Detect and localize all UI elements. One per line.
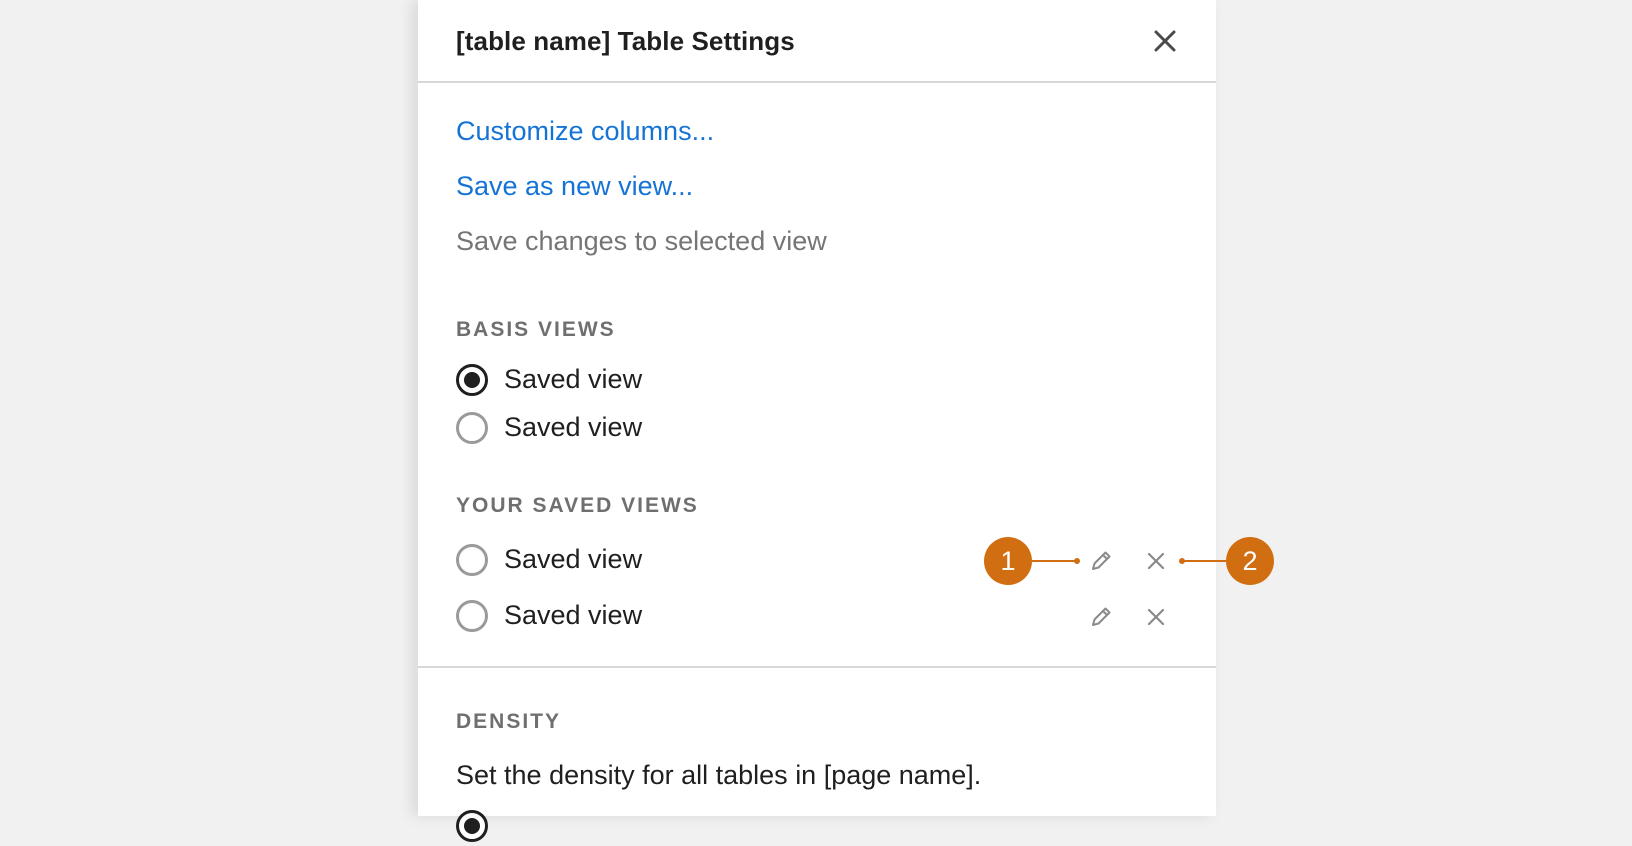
density-option[interactable] <box>456 806 1156 846</box>
radio-label: Saved view <box>504 364 643 394</box>
edit-view-button[interactable] <box>1086 546 1116 576</box>
callout-leader-dot-1 <box>1074 558 1080 564</box>
callout-badge-1: 1 <box>984 537 1032 585</box>
radio-button[interactable] <box>456 600 488 632</box>
customize-columns-link[interactable]: Customize columns... <box>456 116 714 147</box>
pencil-icon <box>1092 551 1111 570</box>
radio-button[interactable] <box>456 544 488 576</box>
radio-label: Saved view <box>504 600 643 630</box>
basis-view-option[interactable]: Saved view <box>456 360 1156 400</box>
pencil-icon <box>1092 607 1111 626</box>
basis-views-heading: BASIS VIEWS <box>456 318 616 341</box>
saved-view-option[interactable]: Saved view <box>456 596 1156 636</box>
radio-button-selected[interactable] <box>456 364 488 396</box>
callout-leader-line-1 <box>1032 560 1077 562</box>
section-divider <box>418 666 1216 668</box>
close-icon <box>1154 30 1176 52</box>
delete-view-button[interactable] <box>1141 546 1171 576</box>
basis-view-option[interactable]: Saved view <box>456 408 1156 448</box>
edit-view-button[interactable] <box>1086 602 1116 632</box>
radio-button[interactable] <box>456 412 488 444</box>
density-description: Set the density for all tables in [page … <box>456 760 982 790</box>
x-icon <box>1147 552 1165 570</box>
delete-view-button[interactable] <box>1141 602 1171 632</box>
save-as-new-view-link[interactable]: Save as new view... <box>456 171 693 202</box>
x-icon <box>1147 608 1165 626</box>
callout-leader-dot-2 <box>1179 558 1185 564</box>
radio-label: Saved view <box>504 544 643 574</box>
radio-button-selected[interactable] <box>456 810 488 842</box>
density-heading: DENSITY <box>456 710 562 733</box>
panel-header: [table name] Table Settings <box>418 0 1216 83</box>
panel-title: [table name] Table Settings <box>456 26 795 56</box>
callout-leader-line-2 <box>1181 560 1226 562</box>
table-settings-panel: [table name] Table Settings Customize co… <box>418 0 1216 842</box>
callout-badge-2: 2 <box>1226 537 1274 585</box>
close-button[interactable] <box>1150 26 1180 56</box>
radio-label: Saved view <box>504 412 643 442</box>
save-changes-action: Save changes to selected view <box>456 226 827 256</box>
your-saved-views-heading: YOUR SAVED VIEWS <box>456 494 699 517</box>
